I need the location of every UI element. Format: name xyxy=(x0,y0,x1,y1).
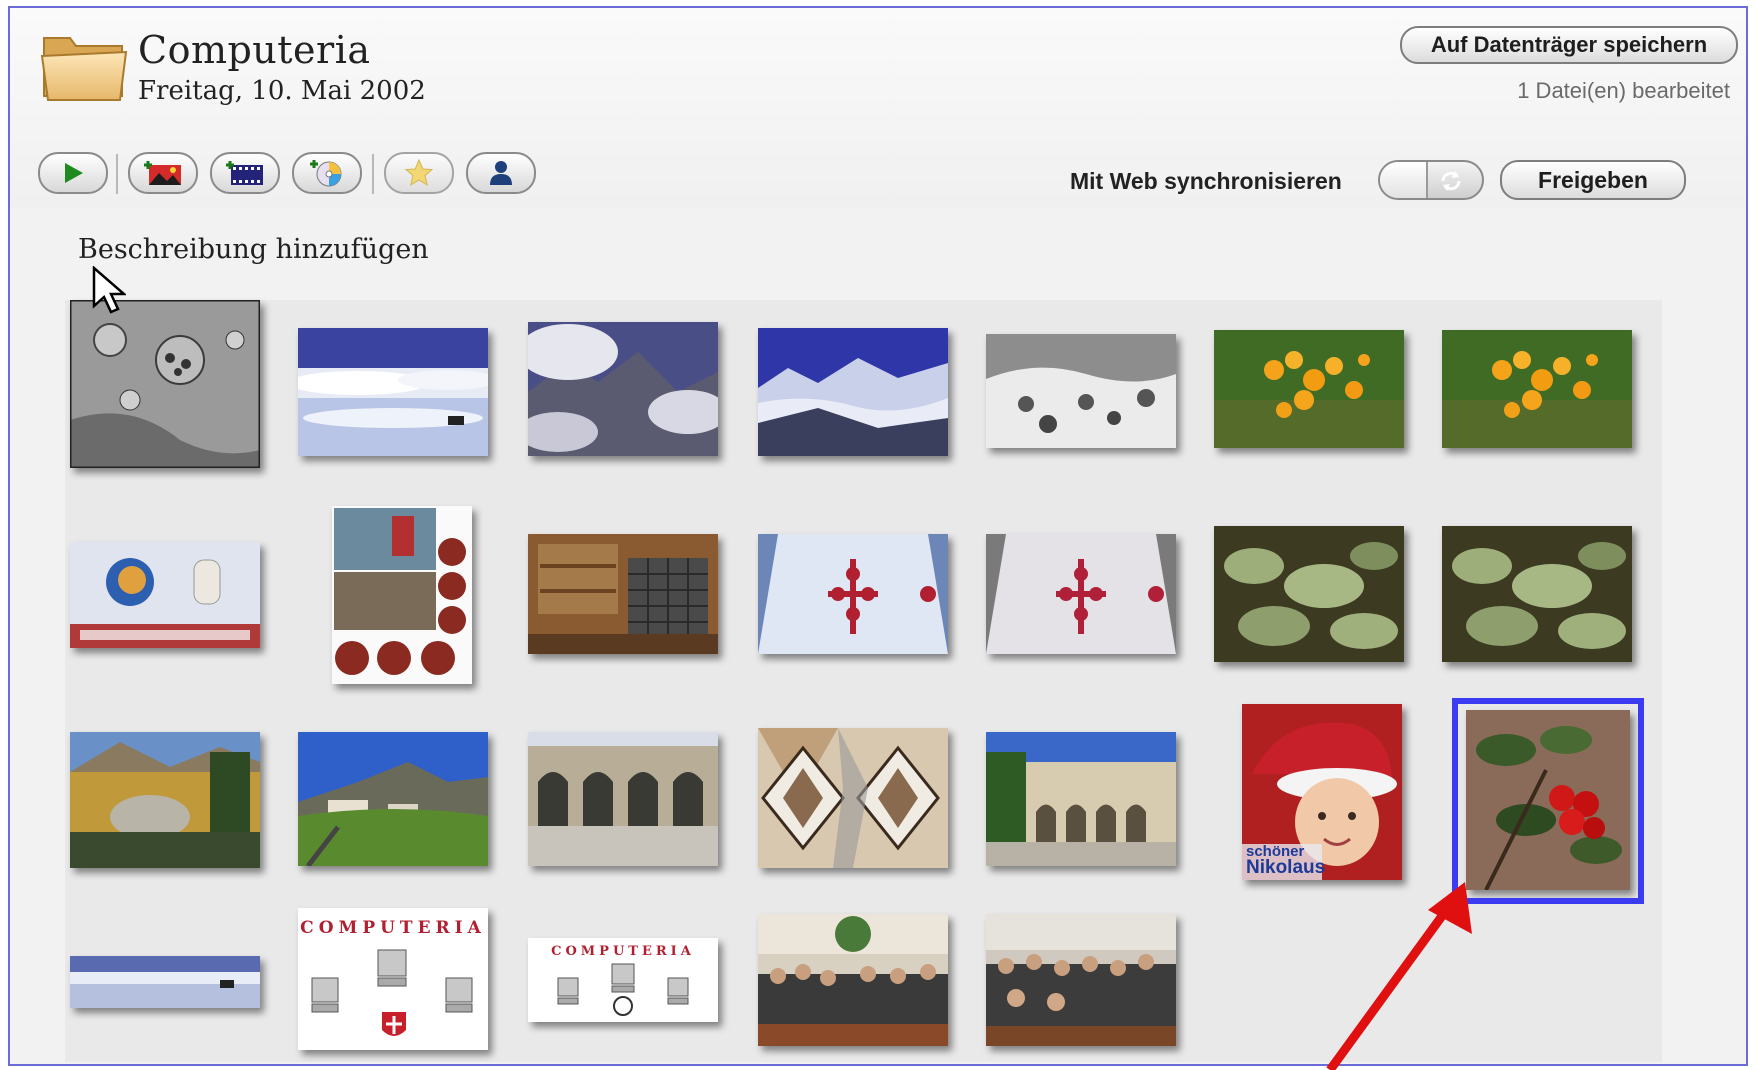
photo-thumbnail[interactable] xyxy=(758,914,948,1046)
seminar-image xyxy=(986,914,1176,1046)
sync-icon xyxy=(1441,171,1461,191)
nikolaus-caption: schöner Nikolaus xyxy=(1246,844,1326,878)
kitchen-interior-image xyxy=(528,534,718,654)
folder-icon xyxy=(40,37,128,101)
rate-button[interactable] xyxy=(384,152,454,194)
person-icon xyxy=(490,161,512,185)
toolbar-divider xyxy=(116,154,118,194)
annotation-arrow-icon xyxy=(1326,882,1472,1070)
micrograph-virus-image xyxy=(986,334,1176,448)
arcade-courtyard-image xyxy=(986,732,1176,866)
people-button[interactable] xyxy=(466,152,536,194)
photo-thumbnail[interactable] xyxy=(986,334,1176,448)
play-slideshow-button[interactable] xyxy=(38,152,108,194)
orange-flowers-image xyxy=(1442,330,1632,448)
save-to-disk-button[interactable]: Auf Datenträger speichern xyxy=(1400,26,1738,64)
photo-thumbnail[interactable] xyxy=(70,732,260,868)
add-disc-icon xyxy=(310,160,342,187)
photo-thumbnail[interactable] xyxy=(758,534,948,654)
photo-thumbnail[interactable] xyxy=(298,328,488,456)
photo-thumbnail[interactable]: COMPUTERIA xyxy=(528,938,718,1022)
mountain-clouds-image xyxy=(528,322,718,456)
photo-thumbnail[interactable] xyxy=(986,534,1176,654)
nikolaus-collage-image xyxy=(332,506,472,684)
album-date[interactable]: Freitag, 10. Mai 2002 xyxy=(138,76,426,106)
photo-thumbnail[interactable]: COMPUTERIA xyxy=(298,908,488,1050)
photo-thumbnail[interactable] xyxy=(332,506,472,684)
photo-thumbnail[interactable] xyxy=(528,534,718,654)
photo-thumbnail[interactable] xyxy=(1214,526,1404,662)
toolbar-divider xyxy=(372,154,374,194)
red-berries-image xyxy=(1466,710,1630,890)
add-photo-icon xyxy=(144,161,181,185)
alpine-plants-image xyxy=(1442,526,1632,662)
photo-thumbnail[interactable] xyxy=(528,322,718,456)
album-toolbar xyxy=(32,152,632,196)
alpine-village-image xyxy=(298,732,488,866)
share-button[interactable]: Freigeben xyxy=(1500,160,1686,200)
caption-line: Nikolaus xyxy=(1246,857,1326,878)
album-header: Computeria Freitag, 10. Mai 2002 Auf Dat… xyxy=(10,8,1746,208)
photo-thumbnail[interactable] xyxy=(70,542,260,648)
play-icon xyxy=(65,163,83,183)
photo-thumbnail[interactable] xyxy=(1442,330,1632,448)
alpine-plants-image xyxy=(1214,526,1404,662)
photo-thumbnail[interactable] xyxy=(1442,526,1632,662)
micrograph-image xyxy=(70,300,260,468)
autumn-forest-image xyxy=(70,732,260,868)
mouse-pointer-icon xyxy=(92,266,126,314)
photo-thumbnail[interactable] xyxy=(70,956,260,1008)
tiled-floor-image xyxy=(758,728,948,868)
photo-thumbnail[interactable] xyxy=(298,732,488,866)
photo-thumbnail[interactable] xyxy=(758,328,948,456)
photo-thumbnail[interactable] xyxy=(70,300,260,468)
description-field[interactable]: Beschreibung hinzufügen xyxy=(78,234,429,265)
album-title[interactable]: Computeria xyxy=(138,28,371,72)
salt-flat-panorama-image xyxy=(70,956,260,1008)
seminar-image xyxy=(758,914,948,1046)
toggle-knob xyxy=(1380,162,1428,198)
snowy-mountains-image xyxy=(758,328,948,456)
photo-thumbnail[interactable] xyxy=(986,914,1176,1046)
web-sync-label: Mit Web synchronisieren xyxy=(1070,168,1342,194)
salt-flat-image xyxy=(298,328,488,456)
arcade-building-image xyxy=(528,732,718,866)
photo-thumbnail-selected[interactable] xyxy=(1466,710,1630,890)
photo-thumbnail[interactable] xyxy=(528,732,718,866)
star-icon xyxy=(404,158,434,187)
thunderbird-banner-image xyxy=(70,542,260,648)
add-movie-button[interactable] xyxy=(210,152,280,194)
web-sync-toggle[interactable] xyxy=(1378,160,1484,200)
computer-icons xyxy=(557,963,689,1016)
photo-thumbnail[interactable] xyxy=(986,732,1176,866)
photo-thumbnail[interactable] xyxy=(758,728,948,868)
add-media-button[interactable] xyxy=(292,152,362,194)
add-movie-icon xyxy=(226,161,263,185)
computer-icons xyxy=(311,949,473,1036)
tablecloth-image xyxy=(986,534,1176,654)
photo-thumbnail[interactable]: schöner Nikolaus xyxy=(1242,704,1402,880)
photo-thumbnail[interactable] xyxy=(1214,330,1404,448)
add-photo-button[interactable] xyxy=(128,152,198,194)
tablecloth-image xyxy=(758,534,948,654)
edited-files-status: 1 Datei(en) bearbeitet xyxy=(1517,78,1730,103)
orange-flowers-image xyxy=(1214,330,1404,448)
